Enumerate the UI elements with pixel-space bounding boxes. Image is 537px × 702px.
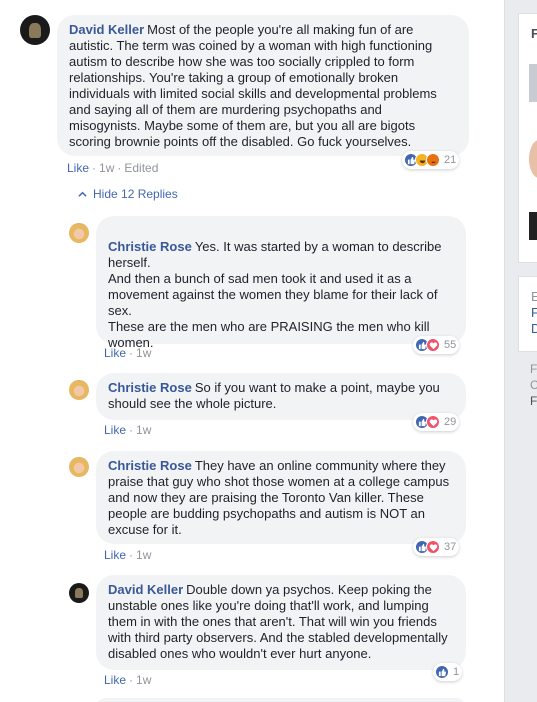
footer-line[interactable]: F — [530, 362, 537, 376]
rail-thumbnail[interactable] — [529, 212, 537, 240]
like-button[interactable]: Like — [104, 346, 126, 360]
comment-author[interactable]: David Keller — [69, 22, 144, 37]
angry-icon — [426, 153, 440, 167]
reaction-count: 29 — [444, 416, 457, 428]
reply-time[interactable]: 1w — [136, 548, 151, 562]
avatar-christie-rose[interactable] — [69, 380, 89, 400]
avatar-david-keller[interactable] — [69, 583, 89, 603]
reply-time[interactable]: 1w — [136, 346, 151, 360]
love-icon — [426, 540, 440, 554]
reaction-count: 1 — [453, 666, 460, 678]
hide-replies-label: Hide 12 Replies — [93, 187, 178, 201]
like-button[interactable]: Like — [104, 548, 126, 562]
reaction-count: 37 — [444, 541, 457, 553]
edited-label[interactable]: Edited — [124, 161, 158, 175]
rail-line: E — [531, 289, 537, 304]
rail-thumbnail[interactable] — [529, 140, 537, 178]
reaction-count: 21 — [444, 154, 457, 166]
comment-text: Most of the people you're all making fun… — [69, 22, 437, 149]
rail-thumbnail[interactable] — [529, 64, 537, 102]
rail-link[interactable]: F — [531, 305, 537, 320]
love-icon — [426, 415, 440, 429]
reaction-summary[interactable]: 37 — [413, 538, 460, 556]
comment-thread: David Keller Most of the people you're al… — [0, 0, 505, 702]
reply-author[interactable]: David Keller — [108, 582, 183, 597]
reply-actions: Like · 1w — [104, 673, 152, 687]
like-icon — [435, 665, 449, 679]
reply-actions: Like · 1w — [104, 346, 152, 360]
reply-author[interactable]: Christie Rose — [108, 239, 192, 254]
reaction-summary[interactable]: 55 — [413, 336, 460, 354]
reaction-summary[interactable]: 29 — [413, 413, 460, 431]
avatar-christie-rose[interactable] — [69, 223, 89, 243]
comment-actions: Like · 1w · Edited — [67, 161, 159, 175]
reply-author[interactable]: Christie Rose — [108, 458, 192, 473]
footer-line[interactable]: C — [530, 378, 537, 392]
reply-bubble: Christie Rose So if you want to make a po… — [96, 373, 466, 420]
avatar-christie-rose[interactable] — [69, 457, 89, 477]
reply-author[interactable]: Christie Rose — [108, 380, 192, 395]
column-gap — [505, 0, 518, 702]
hide-replies-link[interactable]: Hide 12 Replies — [78, 187, 178, 201]
reply-actions: Like · 1w — [104, 423, 152, 437]
reaction-summary[interactable]: 1 — [433, 663, 463, 681]
chevron-up-icon — [78, 191, 87, 197]
like-button[interactable]: Like — [104, 673, 126, 687]
reply-text: Yes. It was started by a woman to descri… — [108, 239, 442, 350]
right-rail-box-1: F — [518, 13, 537, 263]
comment-time[interactable]: 1w — [99, 161, 114, 175]
reply-time[interactable]: 1w — [136, 423, 151, 437]
reply-bubble: Christie Rose They have an online communi… — [96, 451, 466, 544]
reply-actions: Like · 1w — [104, 548, 152, 562]
rail-link[interactable]: D — [531, 321, 537, 336]
reaction-summary[interactable]: 21 — [402, 151, 460, 169]
reaction-count: 55 — [444, 339, 457, 351]
avatar-david-keller[interactable] — [20, 15, 50, 45]
comment-bubble: David Keller Most of the people you're al… — [57, 15, 469, 156]
reply-bubble: Christie Rose Yes. It was started by a wo… — [96, 216, 466, 350]
right-rail-box-2: E F D — [518, 276, 537, 352]
love-icon — [426, 338, 440, 352]
footer-line[interactable]: F — [530, 394, 537, 408]
reply-bubble-partial — [96, 698, 466, 702]
like-button[interactable]: Like — [67, 161, 89, 175]
rail-heading: F — [531, 26, 537, 41]
reply-time[interactable]: 1w — [136, 673, 151, 687]
right-rail-footer: F C F — [518, 358, 537, 418]
like-button[interactable]: Like — [104, 423, 126, 437]
reply-bubble: David Keller Double down ya psychos. Keep… — [96, 575, 466, 670]
